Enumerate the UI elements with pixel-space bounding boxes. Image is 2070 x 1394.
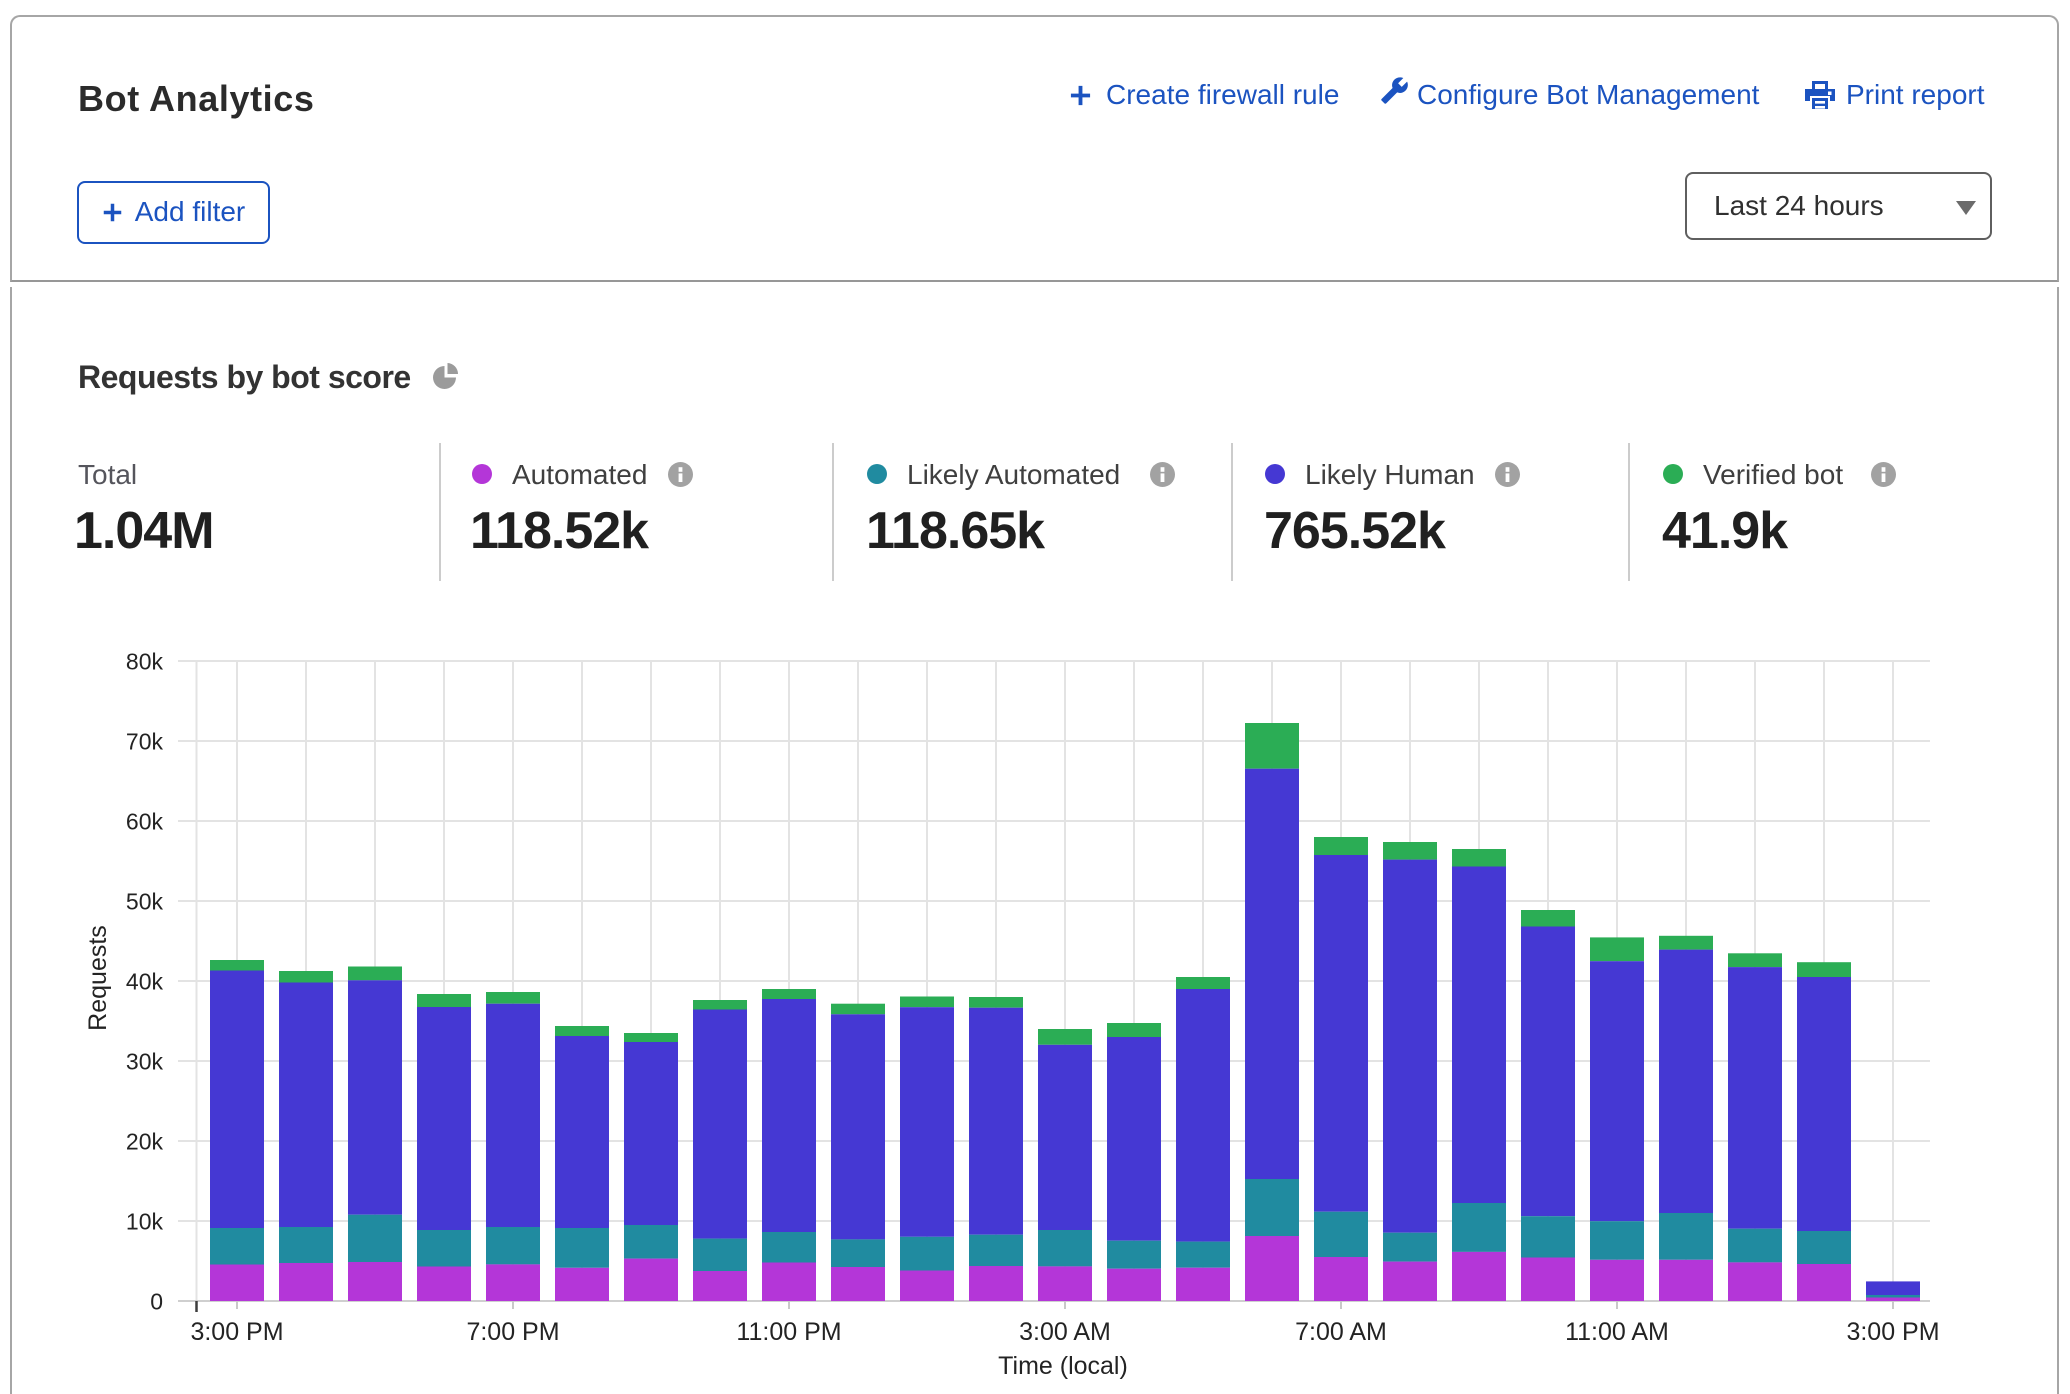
svg-text:11:00 AM: 11:00 AM xyxy=(1565,1318,1669,1346)
svg-text:40k: 40k xyxy=(126,969,164,995)
svg-text:7:00 AM: 7:00 AM xyxy=(1295,1318,1387,1346)
svg-text:11:00 PM: 11:00 PM xyxy=(736,1318,841,1346)
svg-text:0: 0 xyxy=(150,1289,163,1315)
svg-text:50k: 50k xyxy=(126,889,164,915)
svg-text:3:00 PM: 3:00 PM xyxy=(1846,1318,1939,1346)
svg-text:20k: 20k xyxy=(126,1129,164,1155)
svg-text:80k: 80k xyxy=(126,649,164,675)
svg-text:3:00 AM: 3:00 AM xyxy=(1019,1318,1111,1346)
svg-text:60k: 60k xyxy=(126,809,164,835)
svg-text:3:00 PM: 3:00 PM xyxy=(190,1318,283,1346)
svg-text:7:00 PM: 7:00 PM xyxy=(466,1318,559,1346)
svg-text:10k: 10k xyxy=(126,1209,164,1235)
svg-text:30k: 30k xyxy=(126,1049,164,1075)
svg-text:70k: 70k xyxy=(126,729,164,755)
svg-text:Requests: Requests xyxy=(84,925,112,1031)
svg-text:Time (local): Time (local) xyxy=(998,1352,1128,1380)
